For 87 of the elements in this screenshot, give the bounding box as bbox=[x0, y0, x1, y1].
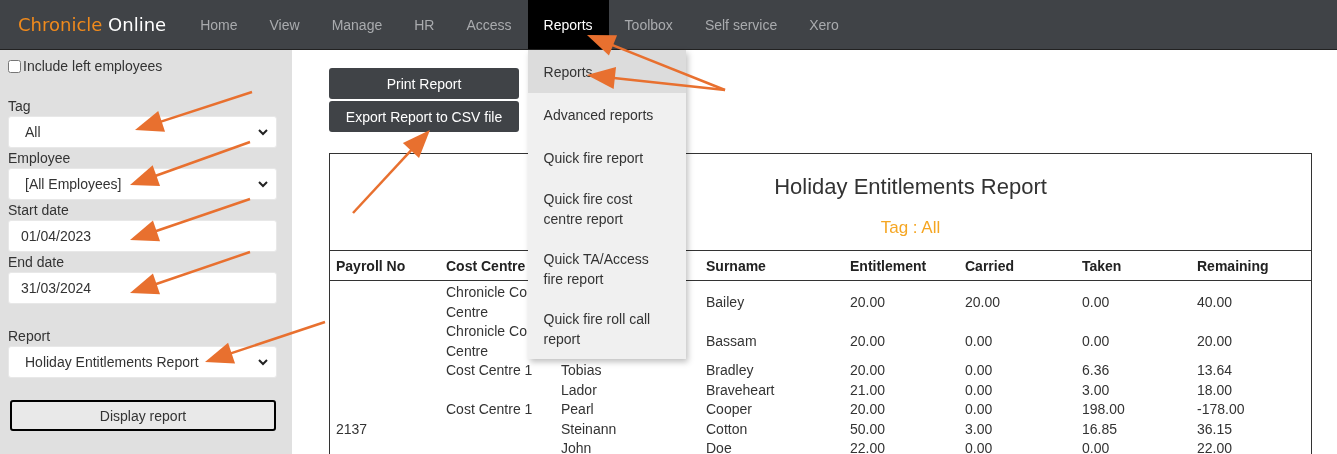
menu-item[interactable]: Advanced reports bbox=[527, 93, 686, 136]
table-cell: Cotton bbox=[706, 420, 748, 437]
brand-logo[interactable]: Chronicle Online bbox=[18, 14, 167, 35]
table-cell: 2137 bbox=[336, 420, 368, 437]
table-cell: -178.00 bbox=[1197, 401, 1245, 417]
column-header: Payroll No bbox=[336, 257, 406, 274]
table-cell: 3.00 bbox=[965, 420, 993, 437]
table-cell: 0.00 bbox=[1082, 332, 1110, 349]
table-cell: John bbox=[561, 440, 592, 454]
column-header: Taken bbox=[1082, 257, 1122, 274]
nav-item[interactable]: Access bbox=[450, 0, 528, 49]
table-cell: 198.00 bbox=[1082, 401, 1125, 417]
date-field[interactable]: 01/04/2023 bbox=[8, 220, 277, 252]
table-cell: 20.00 bbox=[850, 362, 886, 378]
table-cell: 0.00 bbox=[1082, 440, 1110, 454]
table-cell: Bassam bbox=[706, 332, 757, 349]
display-report-button[interactable]: Display report bbox=[10, 400, 276, 431]
table-cell: 18.00 bbox=[1197, 381, 1233, 398]
nav-item[interactable]: Reports bbox=[527, 0, 609, 49]
table-cell: 21.00 bbox=[850, 381, 886, 398]
table-cell-text: Cost Centre 1 bbox=[446, 361, 534, 380]
table-cell: 50.00 bbox=[850, 420, 886, 437]
chevron-icon bbox=[258, 358, 268, 366]
table-cell: 0.00 bbox=[965, 381, 993, 398]
nav-item[interactable]: Xero bbox=[793, 0, 855, 49]
table-cell: 0.00 bbox=[965, 362, 993, 378]
table-cell: Pearl bbox=[561, 401, 594, 417]
table-cell: Bailey bbox=[706, 293, 745, 310]
report-subtitle: Tag : All bbox=[880, 218, 941, 237]
table-cell: 6.36 bbox=[1082, 362, 1110, 378]
chevron-icon bbox=[258, 180, 268, 188]
menu-item[interactable]: Quick fire report bbox=[527, 136, 686, 179]
nav-item[interactable]: HR bbox=[398, 0, 451, 49]
report-title: Holiday Entitlements Report bbox=[774, 174, 1047, 199]
nav-item[interactable]: View bbox=[253, 0, 316, 49]
column-header: Entitlement bbox=[850, 257, 927, 274]
field-label: Tag bbox=[8, 97, 32, 116]
nav-item[interactable]: Home bbox=[184, 0, 254, 49]
field-label: Employee bbox=[8, 149, 72, 168]
select-field[interactable]: Holiday Entitlements Report bbox=[8, 346, 277, 378]
table-cell: Steinann bbox=[561, 420, 617, 437]
column-header: Remaining bbox=[1197, 257, 1269, 274]
select-field[interactable]: [All Employees] bbox=[8, 168, 277, 200]
table-cell: Cooper bbox=[706, 401, 752, 417]
action-button[interactable]: Export Report to CSV file bbox=[329, 101, 519, 132]
table-cell: Bradley bbox=[706, 362, 754, 378]
table-cell: 0.00 bbox=[965, 440, 993, 454]
table-cell: 22.00 bbox=[1197, 440, 1233, 454]
table-cell: Lador bbox=[561, 381, 597, 398]
field-label: End date bbox=[8, 253, 66, 272]
date-field[interactable]: 31/03/2024 bbox=[8, 272, 277, 304]
table-cell: Braveheart bbox=[706, 381, 775, 398]
field-label: Start date bbox=[8, 201, 70, 220]
table-cell-text: Chronicle Co Centre bbox=[446, 283, 528, 322]
checkbox[interactable] bbox=[8, 59, 21, 73]
table-cell: 16.85 bbox=[1082, 420, 1118, 437]
table-cell: 0.00 bbox=[965, 332, 993, 349]
menu-item[interactable]: Quick fire cost centre report bbox=[527, 179, 686, 239]
menu-item[interactable]: Reports bbox=[527, 50, 686, 93]
table-cell: 3.00 bbox=[1082, 381, 1110, 398]
table-cell: 20.00 bbox=[850, 401, 886, 417]
table-cell: 20.00 bbox=[850, 293, 886, 310]
table-cell: Doe bbox=[706, 440, 732, 454]
column-header: Cost Centre bbox=[446, 257, 526, 274]
table-cell: 20.00 bbox=[850, 332, 886, 349]
table-cell: 0.00 bbox=[1082, 293, 1110, 310]
table-cell: 20.00 bbox=[965, 293, 1001, 310]
table-cell: 36.15 bbox=[1197, 420, 1233, 437]
chevron-icon bbox=[258, 128, 268, 136]
select-field[interactable]: All bbox=[8, 116, 277, 148]
nav-item[interactable]: Self service bbox=[688, 0, 794, 49]
column-header: Surname bbox=[706, 257, 766, 274]
table-cell: 22.00 bbox=[850, 440, 886, 454]
table-cell: 40.00 bbox=[1197, 293, 1233, 310]
checkbox-label: Include left employees bbox=[23, 58, 163, 74]
menu-item[interactable]: Quick TA/Access fire report bbox=[527, 239, 686, 299]
action-button[interactable]: Print Report bbox=[329, 68, 519, 99]
table-cell: 0.00 bbox=[965, 401, 993, 417]
field-label: Report bbox=[8, 327, 52, 346]
table-cell: 20.00 bbox=[1197, 332, 1233, 349]
nav-item[interactable]: Toolbox bbox=[608, 0, 689, 49]
table-cell: Tobias bbox=[561, 362, 602, 378]
menu-item[interactable]: Quick fire roll call report bbox=[527, 299, 686, 359]
table-cell: 13.64 bbox=[1197, 362, 1233, 378]
nav-item[interactable]: Manage bbox=[315, 0, 399, 49]
table-cell-text: Cost Centre 1 bbox=[446, 400, 534, 419]
column-header: Carried bbox=[965, 257, 1015, 274]
